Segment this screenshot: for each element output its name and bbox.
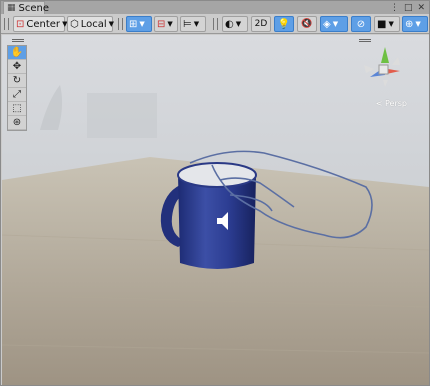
- gizmo-center: [378, 64, 389, 75]
- pivot-icon: ⊡: [16, 18, 25, 30]
- scene-render: [2, 35, 429, 385]
- lighting-toggle[interactable]: 💡: [274, 16, 294, 32]
- align-icon: ⊨: [183, 18, 192, 30]
- rect-transform-icon: ⬚: [12, 103, 22, 114]
- scene-toolbar: ⊡ Center ▼ ⬡ Local ▼ ⊞ ▼ ⊟ ▼ ⊨ ▼ ◐ ▼ 2D: [1, 14, 429, 34]
- hand-tool[interactable]: ✋: [8, 46, 26, 60]
- toolbar-grip: [213, 18, 218, 30]
- window-controls: ⋮ □ ✕: [390, 1, 425, 14]
- camera-settings-dropdown[interactable]: ■ ▼: [374, 16, 400, 32]
- chevron-down-icon: ▼: [167, 20, 173, 28]
- transform-tool[interactable]: ⊛: [8, 116, 26, 130]
- rotate-icon: ↻: [12, 75, 22, 86]
- chevron-down-icon: ▼: [108, 20, 115, 28]
- scene-grid-icon: ▦: [7, 3, 16, 13]
- hand-icon: ✋: [10, 47, 24, 58]
- tools-overlay-handle[interactable]: [12, 39, 24, 42]
- toolbar-grip: [118, 18, 123, 30]
- tab-bar: ▦ Scene ⋮ □ ✕: [1, 1, 429, 14]
- chevron-down-icon: ▼: [332, 20, 339, 28]
- scale-icon: ⤢: [13, 89, 21, 100]
- eye-slash-icon: ⊘: [356, 18, 366, 30]
- scale-tool[interactable]: ⤢: [8, 88, 26, 102]
- lightbulb-icon: 💡: [277, 18, 291, 30]
- toolbar-grip: [4, 18, 9, 30]
- chevron-down-icon: ▼: [415, 20, 421, 28]
- space-mode-label: Local: [80, 18, 107, 30]
- chevron-down-icon: ▼: [139, 20, 145, 28]
- chevron-down-icon: ▼: [388, 20, 394, 28]
- more-options-icon[interactable]: ⋮: [390, 3, 399, 13]
- grid-snap-toggle[interactable]: ⊞ ▼: [126, 16, 152, 32]
- move-tool[interactable]: ✥: [8, 60, 26, 74]
- draw-mode-dropdown[interactable]: ◐ ▼: [222, 16, 248, 32]
- camera-icon: ■: [377, 18, 387, 30]
- pivot-mode-label: Center: [26, 18, 61, 30]
- align-tools-dropdown[interactable]: ⊨ ▼: [180, 16, 206, 32]
- gizmo-overlay-handle[interactable]: [359, 39, 371, 42]
- speaker-mute-icon: 🔇: [301, 19, 313, 29]
- transform-icon: ⊛: [12, 117, 22, 128]
- grid-snap-icon: ⊞: [129, 18, 138, 30]
- rotate-tool[interactable]: ↻: [8, 74, 26, 88]
- tab-scene-label: Scene: [18, 2, 50, 14]
- increment-snap-icon: ⊟: [157, 18, 166, 30]
- chevron-down-icon: ▼: [193, 20, 200, 28]
- scene-window: ▦ Scene ⋮ □ ✕ ⊡ Center ▼ ⬡ Local ▼ ⊞ ▼ ⊟…: [0, 0, 430, 386]
- hidden-objects-toggle[interactable]: ⊘: [351, 16, 371, 32]
- local-space-icon: ⬡: [70, 18, 79, 30]
- globe-icon: ⊕: [405, 18, 414, 30]
- projection-label[interactable]: < Persp: [376, 99, 407, 108]
- increment-snap-dropdown[interactable]: ⊟ ▼: [154, 16, 178, 32]
- background-sofa: [87, 93, 157, 138]
- scene-viewport[interactable]: ✋ ✥ ↻ ⤢ ⬚ ⊛ < Persp: [2, 35, 429, 385]
- pivot-mode-dropdown[interactable]: ⊡ Center ▼: [13, 16, 67, 32]
- effects-dropdown[interactable]: ◈ ▼: [320, 16, 348, 32]
- layers-icon: ◈: [323, 18, 331, 30]
- tools-overlay: ✋ ✥ ↻ ⤢ ⬚ ⊛: [7, 45, 27, 131]
- close-icon[interactable]: ✕: [417, 3, 425, 13]
- move-arrows-icon: ✥: [12, 61, 22, 72]
- chevron-down-icon: ▼: [235, 20, 242, 28]
- space-mode-dropdown[interactable]: ⬡ Local ▼: [67, 16, 115, 32]
- mode-2d-label: 2D: [254, 19, 268, 29]
- gizmos-dropdown[interactable]: ⊕ ▼: [402, 16, 428, 32]
- tab-scene[interactable]: ▦ Scene: [3, 1, 49, 14]
- maximize-icon[interactable]: □: [404, 3, 413, 13]
- mode-2d-toggle[interactable]: 2D: [251, 16, 271, 32]
- audio-toggle[interactable]: 🔇: [297, 16, 317, 32]
- shading-sphere-icon: ◐: [225, 18, 234, 30]
- rect-tool[interactable]: ⬚: [8, 102, 26, 116]
